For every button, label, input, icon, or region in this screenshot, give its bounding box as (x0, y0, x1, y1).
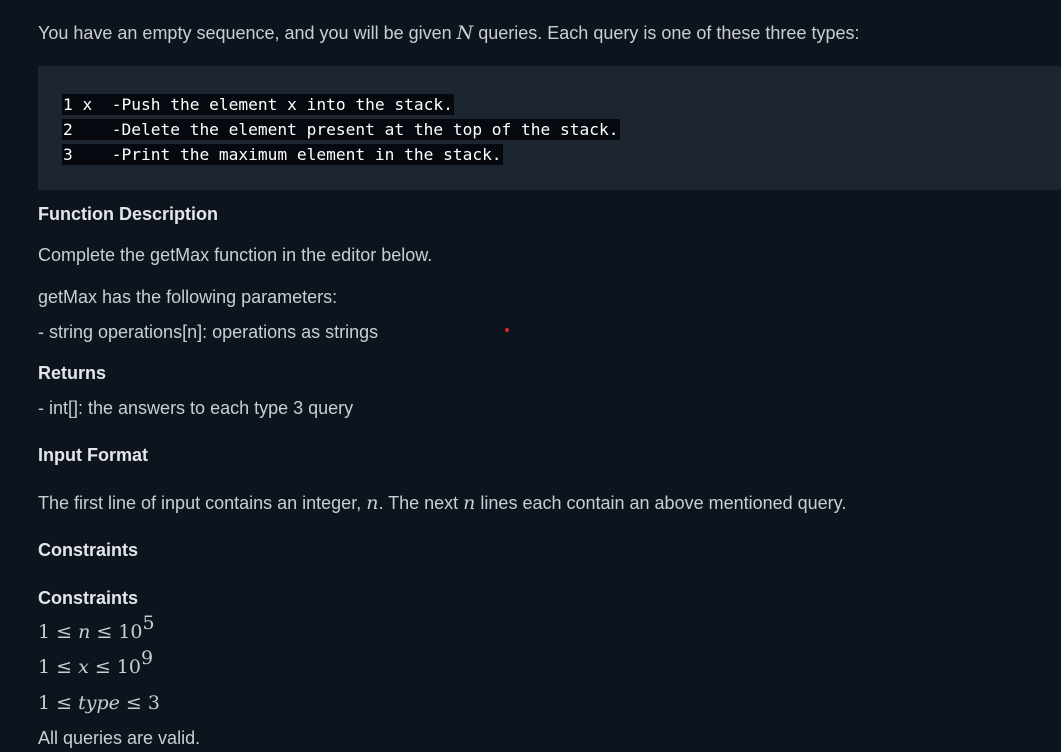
code-line-3: 3 -Print the maximum element in the stac… (62, 144, 503, 165)
function-description-heading: Function Description (38, 204, 218, 224)
query-types-code-block: 1 x -Push the element x into the stack. … (38, 66, 1061, 190)
constraint-x: 1 ≤ x ≤ 109 (38, 647, 154, 679)
input-var-n: n (366, 492, 379, 514)
constraint-type: 1 ≤ type ≤ 3 (38, 692, 160, 714)
intro-text-before: You have an empty sequence, and you will… (38, 23, 457, 43)
function-description-text: Complete the getMax function in the edit… (38, 245, 433, 265)
constraints-heading: Constraints (38, 540, 139, 560)
code-line-2: 2 -Delete the element present at the top… (62, 119, 620, 140)
constraints-footer: All queries are valid. (38, 728, 201, 748)
input-var-n-2: n (463, 492, 476, 514)
returns-text: - int[]: the answers to each type 3 quer… (38, 398, 354, 418)
intro-text-after: queries. Each query is one of these thre… (473, 23, 860, 43)
constraints-heading-2: Constraints (38, 588, 139, 608)
returns-heading: Returns (38, 363, 107, 383)
intro-paragraph: You have an empty sequence, and you will… (38, 21, 859, 45)
red-marker-dot (505, 328, 509, 332)
parameter-operations: - string operations[n]: operations as st… (38, 322, 379, 342)
constraint-n: 1 ≤ n ≤ 105 (38, 612, 155, 644)
parameters-intro: getMax has the following parameters: (38, 287, 338, 307)
code-line-1: 1 x -Push the element x into the stack. (62, 94, 454, 115)
intro-var-n: N (456, 22, 474, 44)
input-format-text: The first line of input contains an inte… (38, 492, 847, 514)
input-format-heading: Input Format (38, 445, 148, 465)
